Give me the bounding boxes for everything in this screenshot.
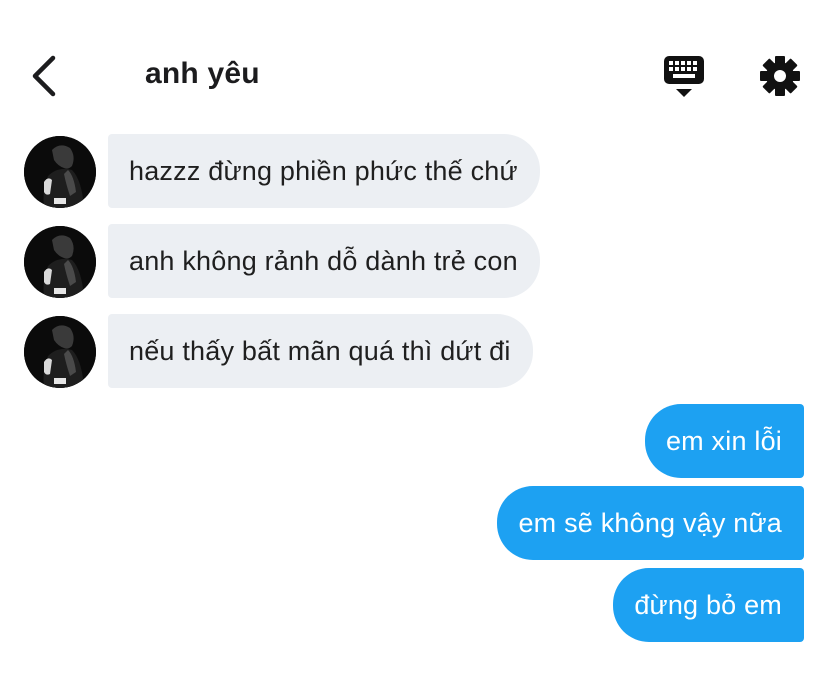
avatar[interactable] (24, 136, 96, 208)
avatar-photo (24, 136, 96, 208)
message-bubble-incoming[interactable]: anh không rảnh dỗ dành trẻ con (108, 224, 540, 298)
message-bubble-incoming[interactable]: hazzz đừng phiền phức thế chứ (108, 134, 540, 208)
avatar[interactable] (24, 316, 96, 388)
message-bubble-outgoing[interactable]: em xin lỗi (644, 404, 804, 478)
keyboard-icon (664, 56, 704, 97)
message-row-incoming: nếu thấy bất mãn quá thì dứt đi (0, 314, 828, 388)
chevron-left-icon (32, 55, 56, 97)
avatar[interactable] (24, 226, 96, 298)
keyboard-button[interactable] (660, 54, 708, 100)
message-bubble-incoming[interactable]: nếu thấy bất mãn quá thì dứt đi (108, 314, 533, 388)
avatar-photo (24, 226, 96, 298)
message-row-incoming: hazzz đừng phiền phức thế chứ (0, 134, 828, 208)
message-row-incoming: anh không rảnh dỗ dành trẻ con (0, 224, 828, 298)
message-bubble-outgoing[interactable]: em sẽ không vậy nữa (497, 486, 804, 560)
message-bubble-outgoing[interactable]: đừng bỏ em (613, 568, 804, 642)
gear-icon (760, 56, 800, 96)
chat-title: anh yêu (145, 57, 260, 90)
settings-button[interactable] (756, 52, 804, 100)
chat-header: anh yêu (0, 0, 828, 130)
avatar-photo (24, 316, 96, 388)
back-button[interactable] (26, 52, 66, 100)
